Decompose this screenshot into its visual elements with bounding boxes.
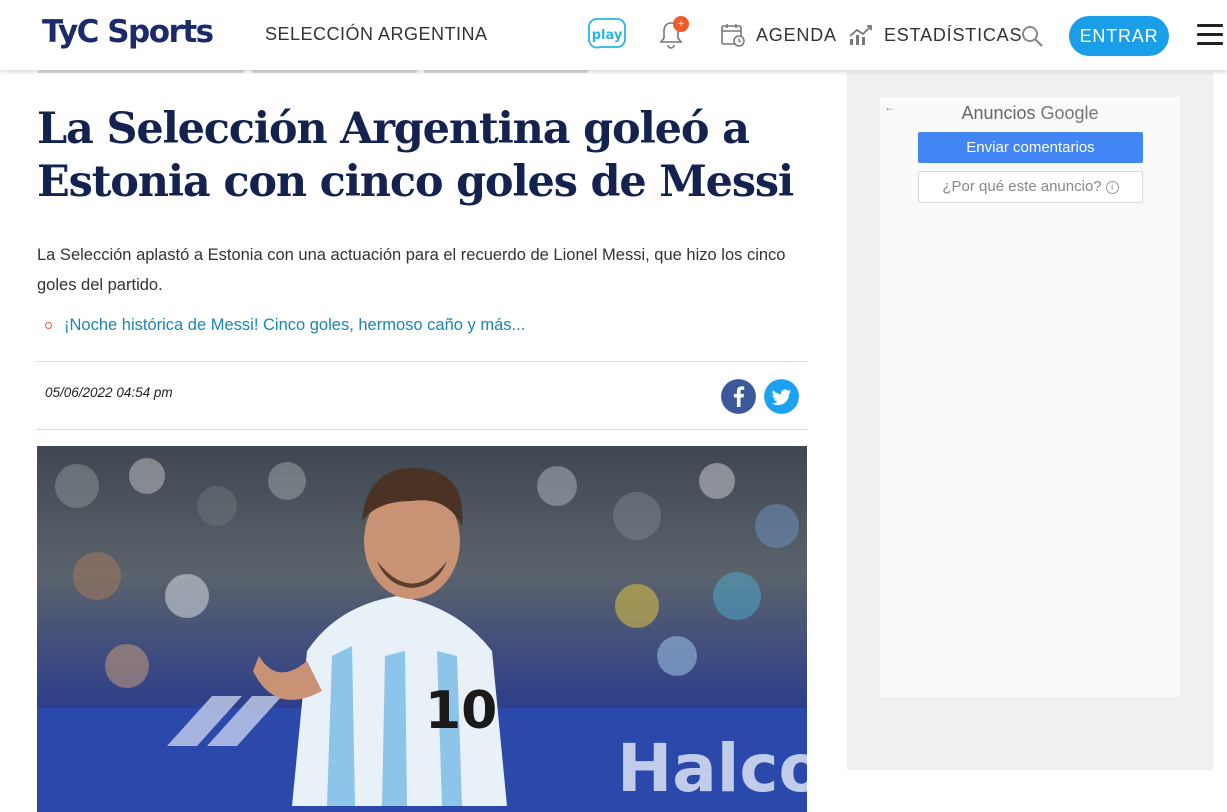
svg-text:10: 10 <box>425 681 497 741</box>
svg-text:Halco: Halco <box>617 730 807 807</box>
site-header: TyC Sports SELECCIÓN ARGENTINA play + AG… <box>0 0 1227 70</box>
facebook-icon[interactable] <box>721 379 756 414</box>
send-feedback-button[interactable]: Enviar comentarios <box>918 132 1143 163</box>
twitter-icon[interactable] <box>764 379 799 414</box>
chart-icon <box>849 25 872 45</box>
nav-agenda-label: AGENDA <box>756 24 837 45</box>
divider <box>37 361 808 362</box>
nav-estadisticas-label: ESTADÍSTICAS <box>884 24 1023 45</box>
site-logo[interactable]: TyC Sports <box>42 14 214 50</box>
google-logo: Google <box>1040 103 1099 123</box>
tab-stub <box>424 70 588 73</box>
menu-icon[interactable] <box>1197 24 1223 46</box>
article-date: 05/06/2022 04:54 pm <box>45 385 173 400</box>
hero-photo: Halco 10 <box>37 458 807 812</box>
why-this-ad-button[interactable]: ¿Por qué este anuncio? i <box>918 171 1143 203</box>
menu-bar <box>1197 24 1223 27</box>
tab-stub <box>252 70 417 73</box>
nav-agenda[interactable]: AGENDA <box>720 20 837 50</box>
article-title: La Selección Argentina goleó a Estonia c… <box>37 104 794 207</box>
login-button[interactable]: ENTRAR <box>1069 16 1169 56</box>
tab-stub <box>38 70 244 73</box>
why-this-ad-label: ¿Por qué este anuncio? <box>942 178 1102 195</box>
info-icon: i <box>1105 181 1119 194</box>
divider <box>37 429 808 430</box>
related-article-link[interactable]: ¡Noche histórica de Messi! Cinco goles, … <box>64 316 525 335</box>
calendar-icon <box>721 24 745 47</box>
menu-bar <box>1197 42 1223 45</box>
ad-header-prefix: Anuncios <box>961 103 1036 123</box>
article-summary: La Selección aplastó a Estonia con una a… <box>37 246 786 294</box>
article-hero-image: Halco 10 <box>37 446 807 812</box>
play-icon[interactable]: play <box>588 18 626 52</box>
menu-bar <box>1197 33 1223 36</box>
related-item: ¡Noche histórica de Messi! Cinco goles, … <box>45 316 525 335</box>
section-link-seleccion-argentina[interactable]: SELECCIÓN ARGENTINA <box>265 24 488 45</box>
nav-estadisticas[interactable]: ESTADÍSTICAS <box>848 20 1022 50</box>
bullet-icon <box>45 322 52 329</box>
notification-badge: + <box>673 16 689 32</box>
play-label: play <box>592 28 623 43</box>
search-icon[interactable] <box>1020 24 1044 48</box>
ad-header: Anuncios Google <box>880 103 1180 124</box>
